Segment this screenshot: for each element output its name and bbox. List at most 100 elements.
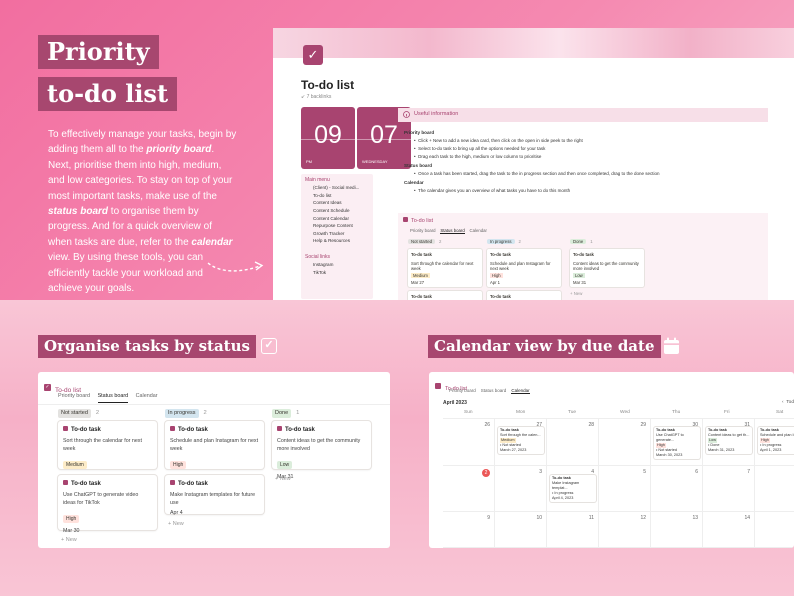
date-card-label: WEDNESDAY (362, 159, 388, 164)
menu-item[interactable]: Content Schedule (301, 207, 373, 215)
task-card[interactable]: To-do task Schedule and plan Instagram fo… (487, 249, 561, 287)
new-button[interactable]: + New (570, 291, 582, 296)
calendar-day-cell[interactable]: 26 (443, 418, 495, 466)
card-date: Apr 4 (170, 510, 183, 516)
tab-status-board[interactable]: Status board (481, 388, 507, 393)
menu-item[interactable]: Content Calendar (301, 214, 373, 222)
menu-item[interactable]: Growth Tracker (301, 230, 373, 238)
small-todo-board: To-do list Priority board Status board C… (398, 213, 768, 300)
day-number: 2 (482, 469, 490, 477)
calendar-heading: Calendar (404, 180, 424, 185)
useful-info-callout[interactable]: Useful information (398, 108, 768, 122)
tab-calendar[interactable]: Calendar (136, 393, 158, 399)
task-icon (63, 480, 68, 485)
hero-title-line2: to-do list (38, 77, 178, 111)
date-card-number: 09 (314, 121, 342, 149)
event-line: Use ChatGPT to generate... (656, 433, 684, 442)
info-bullet: • Select to-do task to bring up all the … (414, 146, 546, 151)
calendar-day-cell[interactable]: 15 (755, 512, 794, 548)
calendar-event[interactable]: To-do task Make Instagram templat... • In … (550, 475, 596, 502)
tab-status-board[interactable]: Status board (440, 228, 465, 234)
task-card[interactable]: To-do task Content ideas to get the commu… (570, 249, 644, 287)
calendar-day-cell[interactable]: 29 (599, 418, 651, 466)
event-line: March 31, 2023 (708, 448, 735, 452)
task-card[interactable]: To-do task Content ideas to get the commu… (272, 421, 371, 480)
new-button[interactable]: + New (168, 521, 184, 527)
info-icon (403, 111, 410, 118)
task-card[interactable]: To-do task Sort through the calendar for … (408, 249, 482, 287)
card-date: Mar 30 (63, 528, 80, 534)
calendar-day-cell[interactable]: 6 (651, 466, 703, 512)
status-board-panel: ✓ To-do list Priority board Status board … (38, 372, 390, 548)
tab-calendar[interactable]: Calendar (470, 228, 487, 233)
new-button[interactable]: + New (275, 476, 291, 482)
menu-item[interactable]: Content Ideas (301, 199, 373, 207)
intro-emphasis: priority board (146, 144, 212, 156)
calendar-day-cell[interactable]: 9 (443, 512, 495, 548)
card-title-text: To-do task (178, 427, 208, 433)
today-button[interactable]: Tod (786, 400, 794, 405)
task-card[interactable]: To-do task Sort through the calendar for … (58, 421, 157, 480)
tab-priority-board[interactable]: Priority board (410, 228, 436, 233)
day-number: 6 (695, 469, 698, 475)
task-card[interactable]: To-do task Use ChatGPT to generate video … (58, 475, 157, 534)
card-title: To-do task (58, 421, 157, 433)
priority-tag: High (490, 273, 503, 278)
tab-status-board[interactable]: Status board (97, 393, 129, 403)
column-count: 2 (95, 410, 100, 416)
tab-priority-board[interactable]: Priority board (449, 388, 476, 393)
menu-item[interactable]: Repurpose Content (301, 222, 373, 230)
social-link-item[interactable]: TikTok (301, 268, 373, 276)
calendar-icon (664, 337, 679, 354)
card-desc: Schedule and plan Instagram for next wee… (490, 261, 551, 271)
calendar-day-cell[interactable]: 8 (755, 466, 794, 512)
page-title: To-do list (301, 78, 355, 92)
calendar-event[interactable]: To-do taskSchedule and plan Ins...High• … (758, 427, 794, 454)
status-chip: Done (570, 239, 587, 244)
main-menu: Main menu (Client) - Social medi... To-do… (301, 174, 373, 299)
card-title-text: To-do task (71, 481, 101, 487)
calendar-day-cell[interactable]: 5 (599, 466, 651, 512)
calendar-day-cell[interactable]: 28 (547, 418, 599, 466)
task-card[interactable]: To-do task (487, 291, 561, 300)
calendar-day-cell[interactable]: 2 (443, 466, 495, 512)
task-card[interactable]: To-do task (408, 291, 482, 300)
backlinks-link[interactable]: ↙ 7 backlinks (301, 94, 331, 100)
calendar-day-cell[interactable]: 7 (703, 466, 755, 512)
calendar-event[interactable]: To-do task Sort through the calen... Mediu… (498, 427, 544, 454)
calendar-event[interactable]: To-do task Content ideas to get th... Low •… (706, 427, 752, 454)
calendar-day-cell[interactable]: 13 (651, 512, 703, 548)
menu-item[interactable]: To-do list (301, 192, 373, 200)
calendar-day-cell[interactable]: 14 (703, 512, 755, 548)
tab-calendar[interactable]: Calendar (511, 388, 530, 394)
calendar-event[interactable]: To-do task Use ChatGPT to generate... High… (654, 427, 700, 459)
menu-item[interactable]: Help & Resources (301, 237, 373, 245)
column-header: In progress 2 (487, 239, 521, 244)
card-title-text: To-do task (285, 427, 315, 433)
menu-item[interactable]: (Client) - Social medi... (301, 184, 373, 192)
weekday-label: Sun (464, 410, 473, 415)
status-chip: Not started (408, 239, 436, 244)
social-link-item[interactable]: Instagram (301, 261, 373, 269)
calendar-day-cell[interactable]: 12 (599, 512, 651, 548)
prev-month-button[interactable]: ‹ (782, 400, 784, 405)
card-desc: Schedule and plan Instagram for next wee… (170, 438, 259, 452)
task-card[interactable]: To-do task Schedule and plan Instagram fo… (165, 421, 264, 480)
task-icon (170, 480, 175, 485)
tab-priority-board[interactable]: Priority board (58, 393, 90, 399)
date-card-number: 07 (370, 121, 398, 149)
card-title-text: To-do task (178, 481, 208, 487)
event-line: March 30, 2023 (656, 453, 683, 457)
calendar-day-cell[interactable]: 11 (547, 512, 599, 548)
calendar-day-cell[interactable]: 10 (495, 512, 547, 548)
day-number: 29 (640, 422, 646, 428)
month-label: April 2023 (443, 400, 467, 406)
column-count: 2 (439, 239, 442, 244)
new-button[interactable]: + New (61, 537, 77, 543)
card-desc: Sort through the calendar for next week (63, 438, 142, 452)
date-card-hour: 09 PM (301, 107, 355, 169)
day-number: 26 (484, 422, 490, 428)
info-bullet: • Once a task has been started, drag the… (414, 171, 660, 176)
task-card[interactable]: To-do task Make Instagram templates for f… (165, 475, 264, 516)
calendar-day-cell[interactable]: 3 (495, 466, 547, 512)
